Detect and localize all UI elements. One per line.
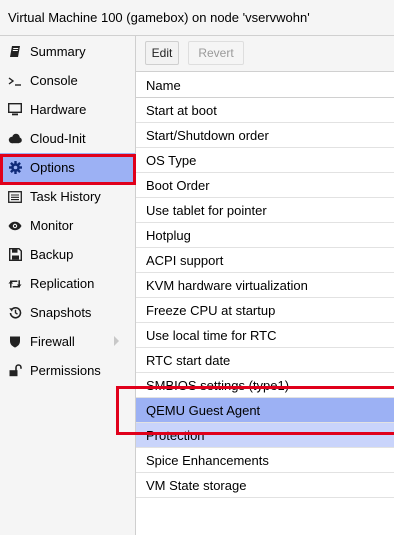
sidebar-item-monitor[interactable]: Monitor [0, 211, 135, 240]
history-icon [8, 306, 22, 320]
table-row[interactable]: Use tablet for pointer [136, 198, 394, 223]
options-toolbar: Edit Revert [136, 36, 394, 72]
sidebar-item-label: Permissions [30, 363, 101, 378]
table-row[interactable]: Spice Enhancements [136, 448, 394, 473]
table-row[interactable]: KVM hardware virtualization [136, 273, 394, 298]
terminal-icon [8, 74, 22, 88]
sidebar-nav: Summary Console Hardware Cloud-Init Opti… [0, 36, 136, 535]
book-icon [8, 45, 22, 59]
sidebar-item-label: Monitor [30, 218, 74, 233]
table-row[interactable]: Hotplug [136, 223, 394, 248]
sidebar-item-label: Console [30, 73, 78, 88]
table-row[interactable]: Start/Shutdown order [136, 123, 394, 148]
sidebar-item-label: Replication [30, 276, 95, 291]
table-row[interactable]: OS Type [136, 148, 394, 173]
cloud-icon [8, 132, 22, 146]
sidebar-item-replication[interactable]: Replication [0, 269, 135, 298]
table-row[interactable]: SMBIOS settings (type1) [136, 373, 394, 398]
grid-column-header[interactable]: Name [136, 73, 394, 98]
sidebar-item-task-history[interactable]: Task History [0, 182, 135, 211]
sidebar-item-label: Summary [30, 44, 86, 59]
table-row[interactable]: ACPI support [136, 248, 394, 273]
revert-button[interactable]: Revert [188, 41, 244, 65]
options-panel: Edit Revert Name Start at boot Start/Shu… [136, 36, 394, 535]
sidebar-item-backup[interactable]: Backup [0, 240, 135, 269]
table-row[interactable]: VM State storage [136, 473, 394, 498]
sidebar-item-label: Task History [30, 189, 101, 204]
shield-icon [8, 335, 22, 349]
sidebar-item-label: Snapshots [30, 305, 92, 320]
sidebar-item-label: Firewall [30, 334, 75, 349]
sidebar-item-snapshots[interactable]: Snapshots [0, 298, 135, 327]
sidebar-item-hardware[interactable]: Hardware [0, 95, 135, 124]
retweet-icon [8, 277, 22, 291]
sidebar-item-summary[interactable]: Summary [0, 37, 135, 66]
sidebar-item-cloud-init[interactable]: Cloud-Init [0, 124, 135, 153]
sidebar-item-label: Hardware [30, 102, 87, 117]
table-row[interactable]: Freeze CPU at startup [136, 298, 394, 323]
sidebar-item-console[interactable]: Console [0, 66, 135, 95]
table-row[interactable]: RTC start date [136, 348, 394, 373]
table-row[interactable]: Use local time for RTC [136, 323, 394, 348]
sidebar-item-label: Backup [30, 247, 74, 262]
sidebar-item-options[interactable]: Options [0, 153, 135, 182]
table-row-selected[interactable]: QEMU Guest Agent [136, 398, 394, 423]
sidebar-item-label: Cloud-Init [30, 131, 86, 146]
sidebar-item-label: Options [30, 160, 75, 175]
floppy-icon [8, 248, 22, 262]
unlock-icon [8, 364, 22, 378]
sidebar-item-permissions[interactable]: Permissions [0, 356, 135, 385]
chevron-right-icon[interactable] [114, 336, 119, 346]
monitor-icon [8, 103, 22, 117]
edit-button[interactable]: Edit [145, 41, 179, 65]
table-row[interactable]: Protection [136, 423, 394, 448]
list-icon [8, 190, 22, 204]
gear-icon [8, 161, 22, 175]
table-row[interactable]: Boot Order [136, 173, 394, 198]
sidebar-item-firewall[interactable]: Firewall [0, 327, 135, 356]
table-row[interactable]: Start at boot [136, 98, 394, 123]
window-title: Virtual Machine 100 (gamebox) on node 'v… [0, 0, 394, 36]
eye-icon [8, 219, 22, 233]
